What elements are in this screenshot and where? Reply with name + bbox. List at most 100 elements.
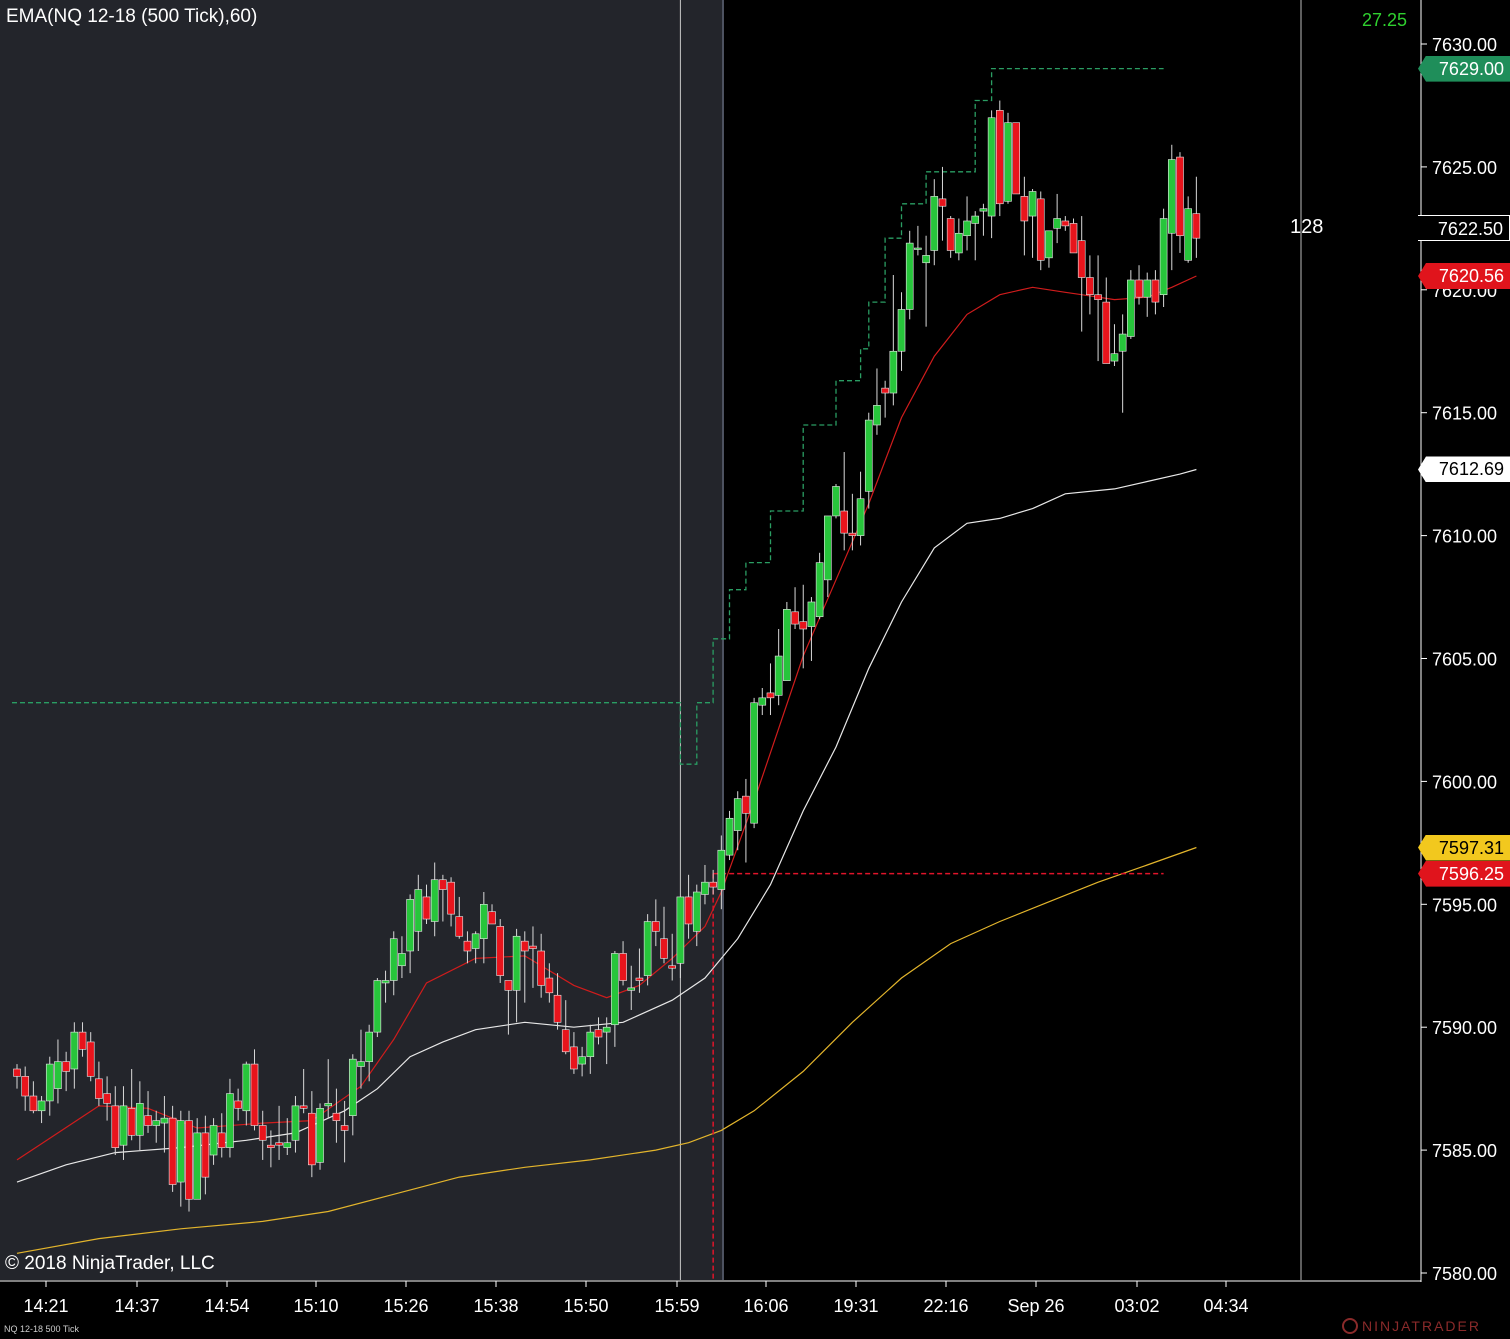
candle-body: [1061, 220, 1070, 227]
candle-body: [856, 498, 865, 536]
candle: [373, 978, 382, 1038]
candle: [1036, 191, 1045, 271]
candle-body: [742, 795, 750, 814]
candle-body: [455, 916, 464, 937]
candle-body: [1045, 230, 1053, 259]
candle-body: [881, 387, 889, 394]
candle-body: [144, 1115, 152, 1126]
candle-body: [258, 1125, 267, 1141]
candle: [905, 230, 914, 320]
candle-body: [758, 697, 767, 706]
candle-body: [1110, 353, 1119, 362]
candle-body: [946, 218, 955, 251]
price-chart[interactable]: 7630.007625.007620.007615.007610.007605.…: [0, 0, 1510, 1339]
candle: [496, 919, 505, 983]
candle-body: [717, 849, 726, 890]
candle-body: [21, 1076, 29, 1097]
candle-body: [668, 965, 677, 969]
candle-body: [643, 921, 652, 976]
candle-body: [95, 1078, 103, 1099]
candle: [1012, 122, 1020, 195]
candle-body: [897, 309, 906, 352]
candle-body: [520, 940, 529, 952]
candle-body: [578, 1056, 586, 1065]
candle-body: [471, 933, 480, 949]
candle-body: [553, 994, 562, 1023]
candle-body: [561, 1029, 570, 1053]
candle-body: [848, 532, 857, 536]
x-tick-label: 19:31: [833, 1296, 878, 1316]
x-tick-label: 14:54: [204, 1296, 249, 1316]
candle-body: [209, 1125, 218, 1156]
candle-body: [619, 953, 627, 981]
candle-body: [791, 611, 799, 625]
copyright-text: © 2018 NinjaTrader, LLC: [5, 1253, 215, 1274]
candle-body: [250, 1063, 259, 1126]
candle-body: [381, 980, 390, 984]
candle-body: [488, 911, 496, 925]
candle-body: [13, 1068, 21, 1077]
x-tick-label: 15:26: [383, 1296, 428, 1316]
candle-body: [496, 926, 505, 976]
logo-ring-icon: [1342, 1318, 1358, 1334]
candle-body: [439, 879, 447, 890]
candle-body: [29, 1095, 38, 1112]
candle-body: [54, 1061, 62, 1089]
candle: [1004, 112, 1012, 204]
candle-body: [373, 980, 382, 1033]
candle-body: [119, 1105, 128, 1146]
candle-body: [602, 1026, 611, 1033]
candle-body: [545, 977, 554, 994]
ninjatrader-logo: NINJATRADER: [1342, 1318, 1481, 1334]
candle-body: [332, 1112, 341, 1121]
candle-body: [1094, 294, 1102, 300]
candle-body: [1176, 156, 1184, 237]
candle-body: [889, 350, 898, 394]
candle-body: [807, 601, 816, 627]
candle-body: [1159, 218, 1168, 296]
x-tick-label: 15:59: [654, 1296, 699, 1316]
candle-body: [1143, 279, 1152, 298]
candle: [725, 810, 734, 861]
instrument-footer: NQ 12-18 500 Tick: [4, 1324, 80, 1334]
candle-body: [127, 1108, 136, 1136]
candle-body: [955, 232, 963, 254]
candle-body: [684, 896, 693, 925]
candle: [1069, 218, 1078, 254]
candle: [185, 1110, 193, 1212]
candle-body: [1151, 279, 1160, 303]
x-tick-label: 14:21: [23, 1296, 68, 1316]
candle: [783, 601, 791, 681]
candle-body: [1118, 333, 1127, 352]
candle-body: [242, 1063, 251, 1112]
candle-body: [70, 1031, 79, 1070]
x-tick-label: Sep 26: [1007, 1296, 1064, 1316]
candle-body: [1135, 279, 1143, 298]
candle-body: [365, 1031, 373, 1062]
candle-body: [430, 879, 439, 922]
candle: [316, 1103, 324, 1170]
candle-body: [627, 987, 636, 991]
y-tick-label: 7610.00: [1432, 527, 1497, 547]
tick-counter: 128: [1290, 216, 1324, 238]
candle-body: [512, 935, 521, 991]
candle-body: [152, 1120, 161, 1126]
candle-body: [799, 621, 808, 630]
candle-body: [701, 881, 709, 895]
candle-body: [1053, 218, 1061, 229]
candle-body: [1028, 191, 1037, 217]
candle-body: [824, 515, 832, 581]
price-marker: 7597.31: [1418, 834, 1510, 861]
candle-body: [1077, 240, 1086, 278]
y-tick-label: 7605.00: [1432, 650, 1497, 670]
candle-body: [86, 1041, 95, 1077]
candle-body: [709, 881, 717, 888]
candle-body: [316, 1108, 324, 1163]
candle-body: [234, 1100, 242, 1109]
candle-body: [1167, 159, 1176, 234]
candle-body: [914, 247, 922, 250]
logo-text: NINJATRADER: [1362, 1318, 1481, 1334]
candle: [750, 697, 758, 829]
x-tick-label: 16:06: [743, 1296, 788, 1316]
candle-body: [414, 889, 423, 932]
